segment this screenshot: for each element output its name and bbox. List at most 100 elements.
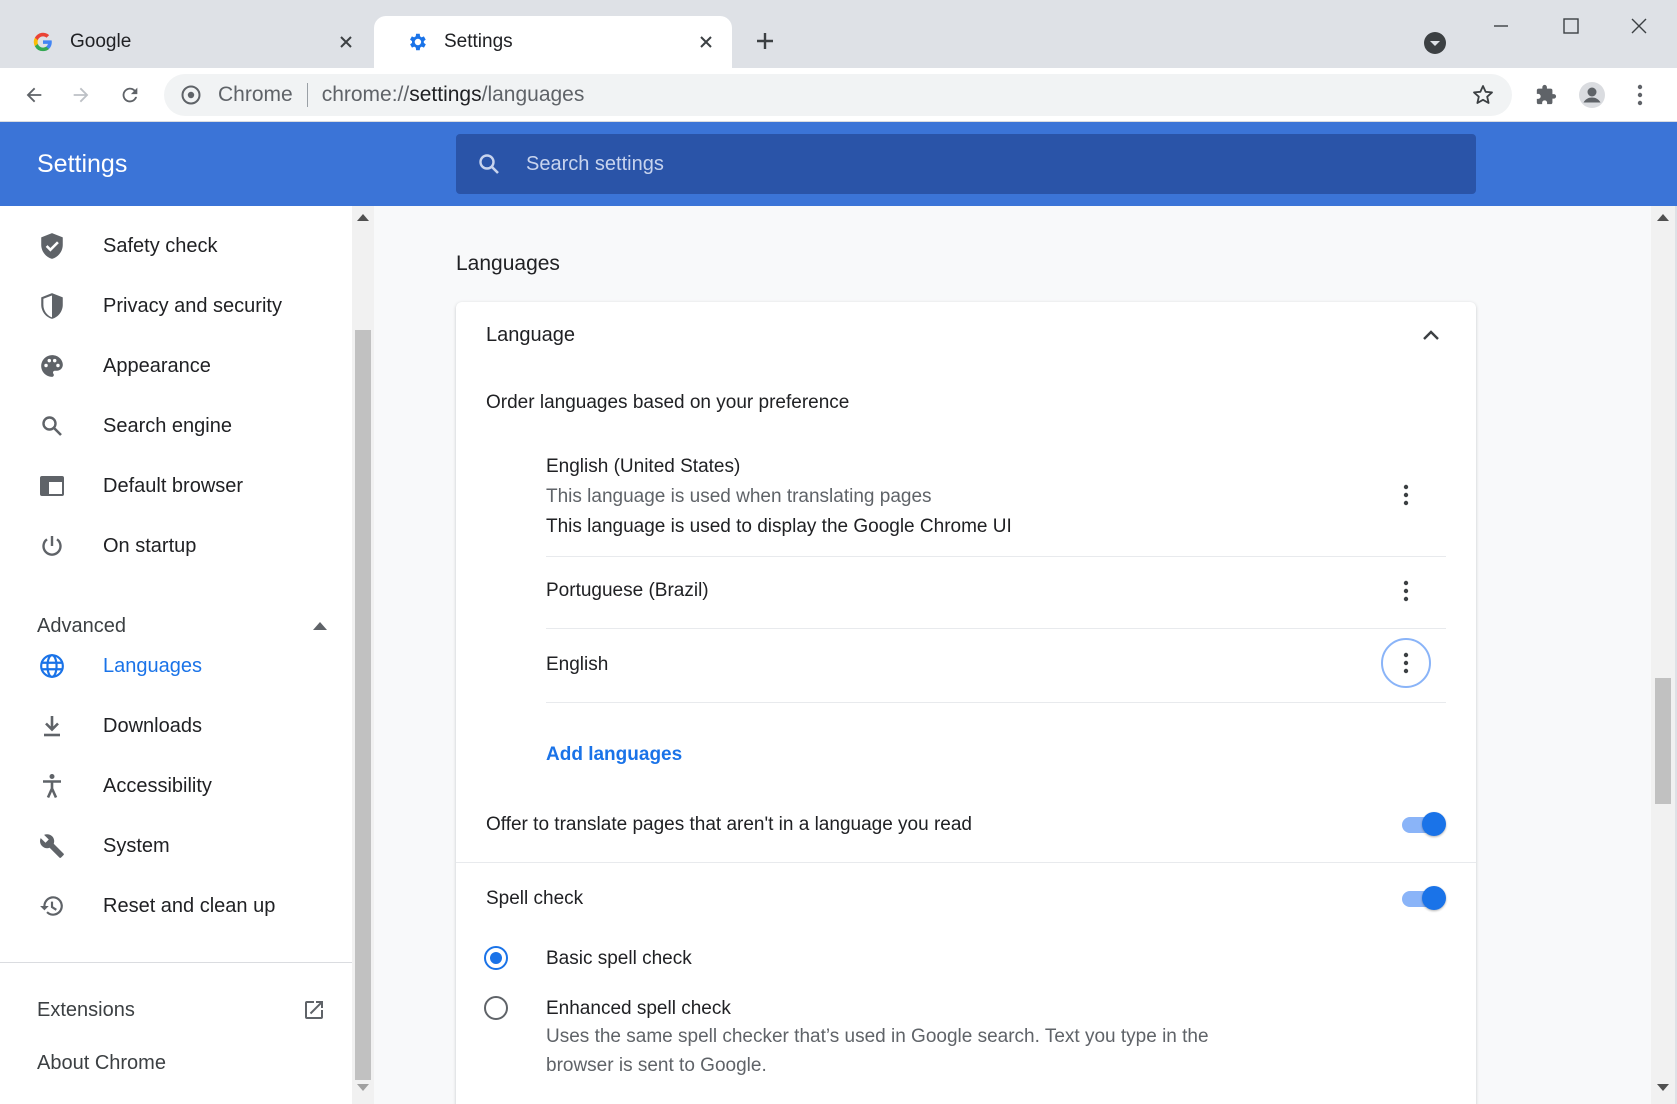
- enhanced-spell-check-description: Uses the same spell checker that’s used …: [546, 1026, 1209, 1076]
- maximize-icon[interactable]: [1546, 8, 1596, 44]
- chrome-logo-icon: [180, 84, 202, 106]
- search-settings-box[interactable]: [456, 134, 1476, 194]
- divider: [546, 702, 1446, 703]
- language-more-actions-kebab-icon[interactable]: [1381, 638, 1431, 688]
- omnibox-separator: [306, 83, 308, 107]
- language-more-actions-kebab-icon[interactable]: [1381, 470, 1431, 520]
- sidebar-item-label: On startup: [103, 534, 197, 557]
- sidebar-item-safety-check[interactable]: Safety check: [0, 222, 352, 270]
- forward-arrow-icon[interactable]: [63, 77, 99, 113]
- divider: [546, 556, 1446, 557]
- url-text: chrome://settings/languages: [322, 83, 585, 107]
- sidebar-item-label: System: [103, 834, 170, 857]
- enhanced-spell-check-radio[interactable]: [484, 996, 508, 1020]
- language-item: English: [546, 654, 1446, 676]
- tab-title: Settings: [444, 31, 513, 52]
- reload-icon[interactable]: [112, 77, 148, 113]
- palette-icon: [38, 352, 66, 380]
- scroll-down-arrow-icon[interactable]: [1657, 1084, 1669, 1091]
- sidebar-divider: [0, 962, 352, 963]
- order-languages-text: Order languages based on your preference: [486, 392, 850, 413]
- settings-main: Languages Language Order languages based…: [374, 206, 1651, 1104]
- language-item: Portuguese (Brazil): [546, 580, 1446, 602]
- wrench-icon: [38, 832, 66, 860]
- sidebar-item-downloads[interactable]: Downloads: [0, 702, 352, 750]
- sidebar-item-reset[interactable]: Reset and clean up: [0, 882, 352, 930]
- power-icon: [38, 532, 66, 560]
- url-host: settings: [409, 83, 482, 106]
- sidebar-item-about-chrome[interactable]: About Chrome: [37, 1052, 166, 1075]
- close-tab-icon[interactable]: [334, 30, 358, 54]
- spell-check-toggle[interactable]: [1402, 884, 1446, 912]
- sidebar-item-privacy[interactable]: Privacy and security: [0, 282, 352, 330]
- advanced-section-toggle[interactable]: Advanced: [37, 610, 327, 642]
- sidebar-item-appearance[interactable]: Appearance: [0, 342, 352, 390]
- sidebar-item-label: Reset and clean up: [103, 894, 276, 917]
- language-desc: This language is used when translating p…: [546, 486, 932, 507]
- scroll-up-arrow-icon[interactable]: [357, 214, 369, 221]
- spell-check-label: Spell check: [486, 888, 584, 909]
- sidebar-item-search-engine[interactable]: Search engine: [0, 402, 352, 450]
- shield-icon: [38, 292, 66, 320]
- sidebar-item-languages[interactable]: Languages: [0, 642, 352, 690]
- tab-strip: Google Settings: [0, 0, 1677, 68]
- sidebar-item-label: Accessibility: [103, 774, 212, 797]
- section-title: Languages: [456, 252, 560, 275]
- scroll-up-arrow-icon[interactable]: [1657, 214, 1669, 221]
- sidebar-item-system[interactable]: System: [0, 822, 352, 870]
- window-close-icon[interactable]: [1614, 8, 1664, 44]
- tab-settings[interactable]: Settings: [374, 16, 732, 68]
- language-more-actions-kebab-icon[interactable]: [1381, 566, 1431, 616]
- extensions-puzzle-icon[interactable]: [1528, 77, 1564, 113]
- toolbar: Chrome chrome://settings/languages: [0, 68, 1677, 122]
- sidebar-item-label: Default browser: [103, 474, 244, 497]
- chevron-up-icon[interactable]: [1420, 324, 1442, 346]
- sidebar: Safety check Privacy and security Appear…: [0, 206, 352, 1104]
- extensions-label: Extensions: [37, 998, 135, 1021]
- back-arrow-icon[interactable]: [16, 77, 52, 113]
- chrome-menu-kebab-icon[interactable]: [1622, 77, 1658, 113]
- scroll-down-arrow-icon[interactable]: [357, 1084, 369, 1091]
- enhanced-spell-check-label: Enhanced spell check: [546, 998, 731, 1019]
- address-bar[interactable]: Chrome chrome://settings/languages: [164, 74, 1512, 116]
- download-icon: [38, 712, 66, 740]
- profile-avatar-icon[interactable]: [1574, 77, 1610, 113]
- tab-google[interactable]: Google: [0, 16, 372, 68]
- scrollbar-thumb[interactable]: [355, 330, 371, 1080]
- open-in-new-icon: [301, 997, 327, 1023]
- sidebar-item-extensions[interactable]: Extensions: [37, 990, 327, 1030]
- scrollbar-thumb[interactable]: [1655, 678, 1671, 804]
- language-name: English: [546, 654, 609, 675]
- shield-check-icon: [38, 232, 66, 260]
- sidebar-item-label: Safety check: [103, 234, 218, 257]
- new-tab-plus-icon[interactable]: [748, 24, 782, 58]
- sidebar-item-label: Languages: [103, 654, 202, 677]
- minimize-icon[interactable]: [1476, 8, 1526, 44]
- toggle-knob: [1422, 886, 1446, 910]
- add-languages-button[interactable]: Add languages: [546, 744, 682, 766]
- browser-window-icon: [38, 472, 66, 500]
- language-name: English (United States): [546, 456, 741, 477]
- toggle-knob: [1422, 812, 1446, 836]
- sidebar-item-accessibility[interactable]: Accessibility: [0, 762, 352, 810]
- advanced-label: Advanced: [37, 614, 126, 637]
- close-tab-icon[interactable]: [694, 30, 718, 54]
- search-settings-input[interactable]: [526, 152, 1426, 176]
- sidebar-item-on-startup[interactable]: On startup: [0, 522, 352, 570]
- omnibox-chip-label: Chrome: [218, 83, 293, 106]
- basic-spell-check-radio[interactable]: [484, 946, 508, 970]
- accessibility-icon: [38, 772, 66, 800]
- sidebar-scrollbar[interactable]: [352, 206, 374, 1104]
- offer-translate-label: Offer to translate pages that aren't in …: [486, 814, 972, 835]
- caret-up-icon: [313, 622, 327, 630]
- language-name: Portuguese (Brazil): [546, 580, 709, 601]
- sidebar-item-default-browser[interactable]: Default browser: [0, 462, 352, 510]
- tab-search-dropdown-icon[interactable]: [1420, 28, 1450, 58]
- main-scrollbar[interactable]: [1651, 206, 1675, 1104]
- bookmark-star-icon[interactable]: [1470, 82, 1496, 108]
- url-scheme: chrome://: [321, 83, 410, 106]
- offer-translate-toggle[interactable]: [1402, 810, 1446, 838]
- language-desc: This language is used to display the Goo…: [546, 516, 1012, 537]
- divider: [456, 862, 1476, 863]
- search-icon: [38, 412, 66, 440]
